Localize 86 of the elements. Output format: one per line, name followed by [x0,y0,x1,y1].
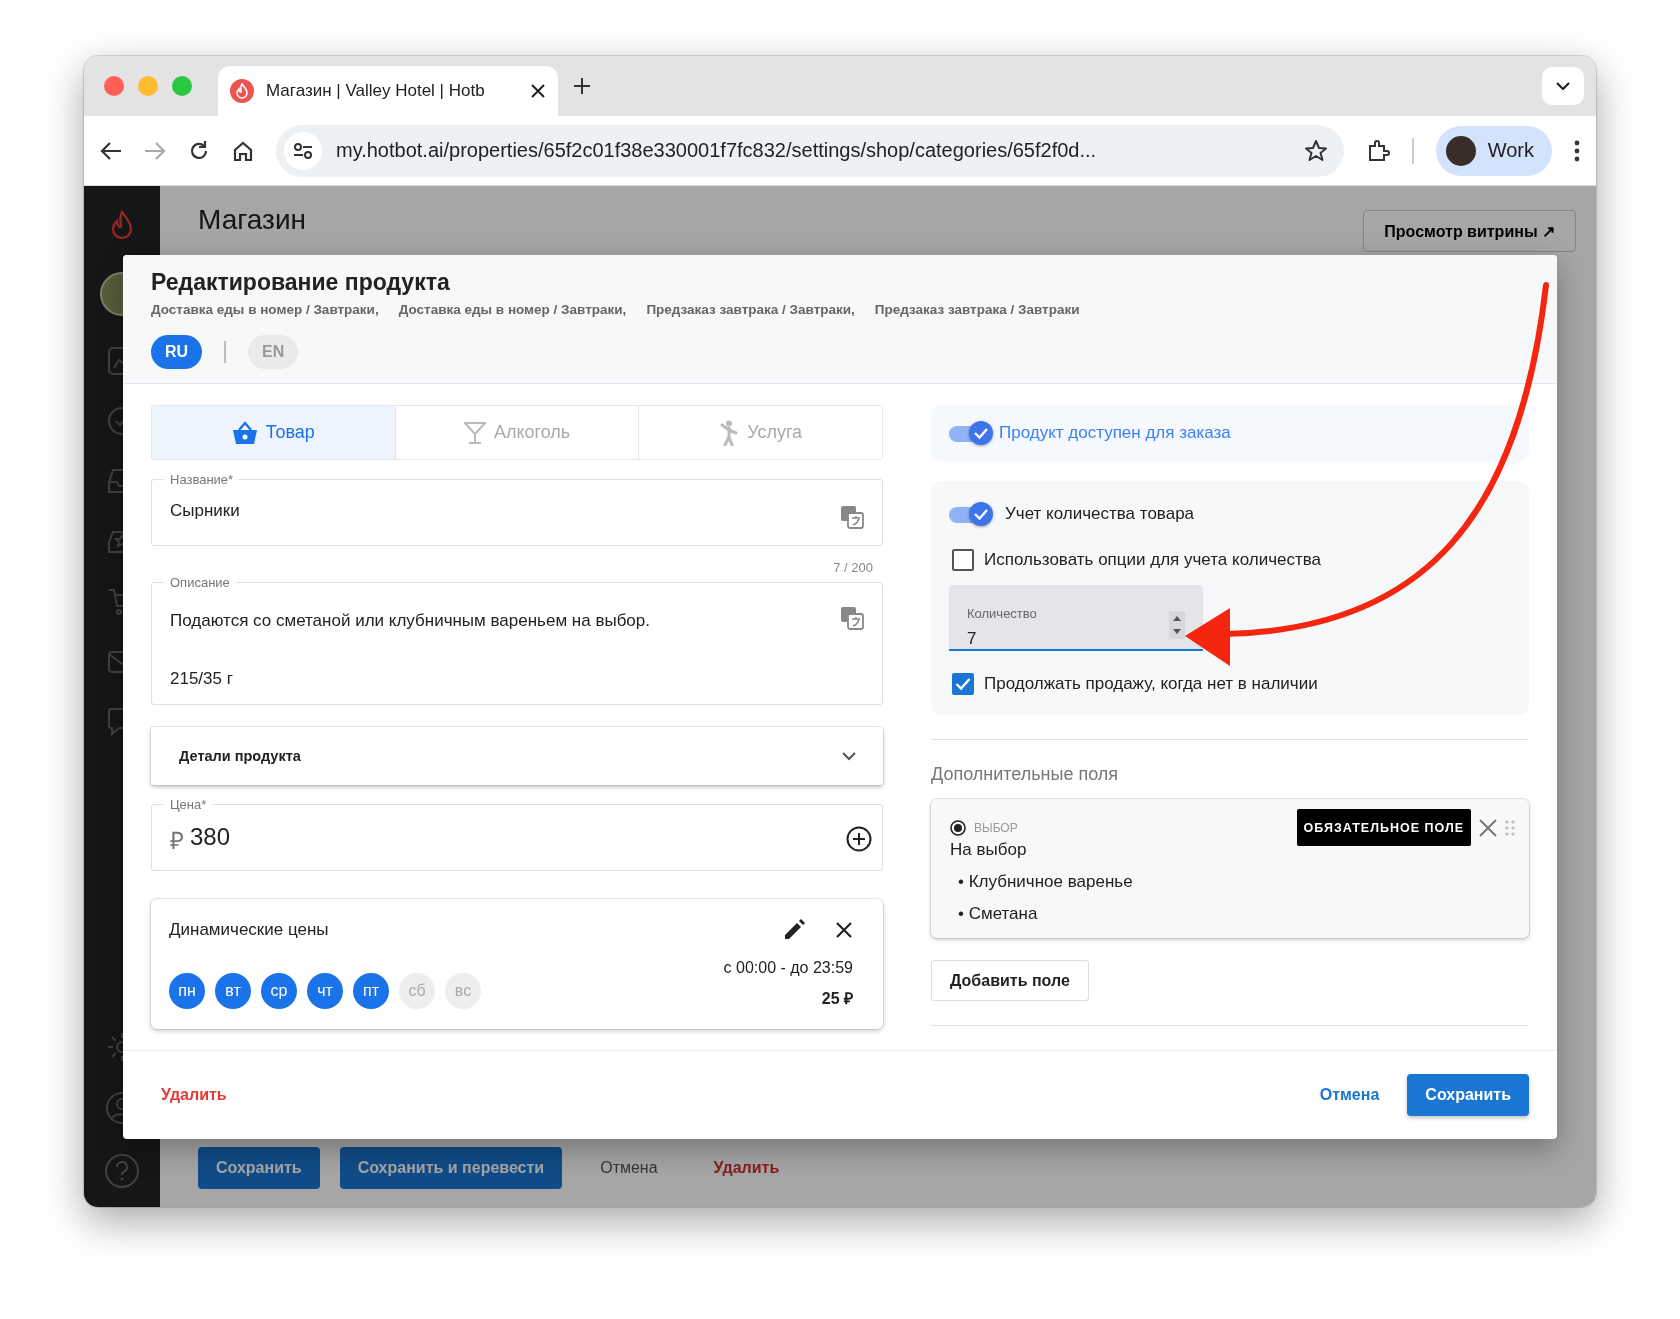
product-type-tab[interactable]: Товар [152,406,396,459]
field-label: Название* [169,472,235,487]
language-tab[interactable]: RU [151,335,203,369]
person-icon [719,419,740,446]
chevron-down-icon [841,751,857,761]
close-icon[interactable] [530,83,546,99]
radio-icon [950,819,966,836]
toggle-switch[interactable] [949,501,995,528]
toggle-switch[interactable] [949,420,995,447]
basket-icon [231,420,258,445]
field-label: Описание [169,575,231,590]
language-tab[interactable]: EN [248,335,299,369]
url-text: my.hotbot.ai/properties/65f2c01f38e330001f7fc832/settings/shop/categories/65f2f0d... [336,139,1098,162]
action-button[interactable]: Сохранить [198,1147,320,1189]
tab-title: Магазин | Valley Hotel | Hotb [266,81,486,101]
dialog-title: Редактирование продукта [151,269,451,296]
weekday-chip[interactable]: ср [261,973,297,1009]
description-field[interactable]: Описание Подаются со сметаной или клубничным вареньем на выбор. 215/35 г [151,575,883,705]
bookmark-star-icon[interactable] [1303,138,1328,163]
cancel-link[interactable]: Отмена [1319,1086,1380,1104]
weekday-chip[interactable]: пн [169,973,205,1009]
save-button[interactable]: Сохранить [1407,1074,1529,1116]
price-value: 380 [190,822,231,852]
character-counter: 7 / 200 [833,560,873,575]
flame-icon [230,79,254,103]
toggle-label: Продукт доступен для заказа [999,423,1231,444]
avatar [1445,135,1476,166]
chevron-down-icon [1555,81,1571,91]
required-tag: ОБЯЗАТЕЛЬНОЕ ПОЛЕ [1296,809,1471,847]
drag-handle-icon[interactable] [1505,819,1515,836]
category-path: Предзаказ завтрака / Завтраки, [646,302,855,317]
description-text: 215/35 г [170,668,234,690]
field-title: На выбор [950,840,1028,861]
cocktail-glass-icon [463,420,486,445]
section-title: Дополнительные поля [931,764,1120,786]
delete-link[interactable]: Удалить [161,1086,227,1104]
toggle-label: Учет количества товара [1005,504,1195,525]
field-label: Количество [967,606,1037,622]
quantity-field[interactable]: Количество 7 [949,585,1203,652]
site-settings-icon[interactable] [293,141,313,160]
action-button[interactable]: Сохранить и перевести [339,1147,563,1189]
description-text: Подаются со сметаной или клубничным вареньем на выбор. [170,610,650,632]
add-circle-icon[interactable] [846,826,872,852]
action-link[interactable]: Удалить [695,1147,798,1189]
back-icon[interactable] [100,140,122,161]
field-label: Цена* [169,797,208,812]
field-value: Сырники [170,501,240,521]
pencil-icon[interactable] [783,919,805,941]
storefront-button[interactable]: Просмотр витрины ↗ [1363,210,1576,252]
field-type-label: ВЫБОР [974,820,1019,835]
translate-icon[interactable] [840,606,864,630]
checkbox[interactable] [952,549,974,572]
action-link[interactable]: Отмена [582,1147,676,1189]
price-delta: 25 ₽ [821,989,853,1009]
weekday-chip[interactable]: чт [307,973,343,1009]
weekday-chip[interactable]: вт [215,973,251,1009]
tab-list-button[interactable] [1542,67,1584,105]
spinner-arrows-icon[interactable] [1169,611,1185,640]
add-field-button[interactable]: Добавить поле [931,960,1089,1002]
accordion-header[interactable]: Детали продукта [151,727,883,785]
price-field[interactable]: Цена* ₽ 380 [151,797,883,871]
category-path: Доставка еды в номер / Завтраки, [151,302,379,317]
close-icon[interactable] [835,921,853,939]
browser-tab[interactable]: Магазин | Valley Hotel | Hotb [218,66,558,116]
option-text: • Клубничное варенье [958,872,1134,893]
more-menu-icon[interactable] [1574,139,1580,162]
checkbox-label: Использовать опции для учета количества [984,550,1322,571]
time-range: с 00:00 - до 23:59 [723,959,853,977]
category-path: Предзаказ завтрака / Завтраки [874,302,1080,317]
new-tab-icon[interactable] [572,76,592,96]
option-text: • Сметана [958,904,1039,925]
translate-icon[interactable] [840,505,864,529]
address-bar[interactable]: my.hotbot.ai/properties/65f2c01f38e330001f7fc832/settings/shop/categories/65f2f0d... [276,124,1344,177]
page-title: Магазин [198,204,306,236]
profile-button[interactable]: Work [1435,125,1552,176]
weekday-chip[interactable]: пт [353,973,389,1009]
checkbox-label: Продолжать продажу, когда нет в наличии [984,674,1318,695]
category-path: Доставка еды в номер / Завтраки, [398,302,627,317]
accordion-title: Детали продукта [179,748,301,764]
field-value: 7 [967,629,978,650]
name-field[interactable]: Название* Сырники [151,472,883,546]
checkbox[interactable] [952,673,974,696]
currency-sign: ₽ [170,825,184,856]
card-title: Динамические цены [169,920,329,940]
home-icon[interactable] [232,139,254,162]
reload-icon[interactable] [188,139,210,162]
